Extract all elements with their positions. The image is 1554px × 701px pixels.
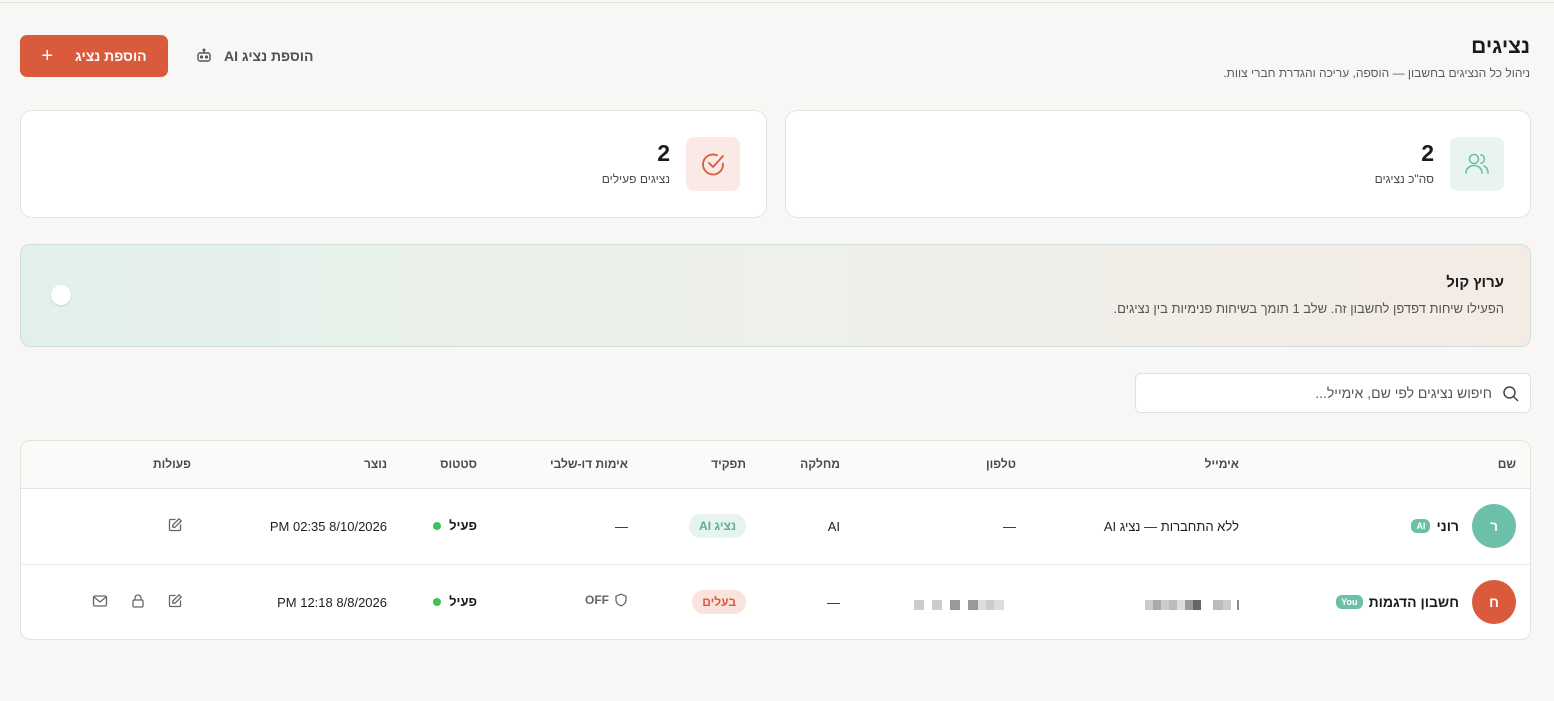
agent-twofa: —	[615, 519, 628, 534]
col-phone[interactable]: טלפון	[986, 457, 1016, 471]
stat-card-active: 2 נציגים פעילים	[20, 110, 767, 218]
col-email[interactable]: אימייל	[1205, 457, 1239, 471]
mail-icon[interactable]	[92, 593, 108, 609]
edit-icon[interactable]	[167, 517, 183, 533]
voice-channel-panel: ערוץ קול הפעילו שיחות דפדפן לחשבון זה. ש…	[20, 244, 1531, 347]
agent-created: 8/8/2026 12:18 PM	[277, 595, 387, 610]
agent-name-wrap: חשבון הדגמות You	[1336, 594, 1459, 610]
stat-total-value: 2	[1421, 140, 1434, 166]
agent-name: חשבון הדגמות	[1368, 594, 1459, 610]
search-input[interactable]	[1152, 374, 1492, 412]
phone-redacted	[914, 600, 1004, 610]
twofa-text: OFF	[585, 593, 609, 607]
agent-department: —	[827, 595, 840, 610]
col-department[interactable]: מחלקה	[800, 457, 840, 471]
agents-table: שם אימייל טלפון מחלקה תפקיד אימות דו-שלב…	[20, 440, 1531, 640]
add-ai-agent-label: הוספת נציג AI	[224, 48, 314, 64]
role-badge: נציג AI	[689, 514, 746, 538]
you-tag: You	[1336, 595, 1363, 609]
add-agent-label: הוספת נציג	[75, 48, 147, 64]
status-badge: פעיל	[433, 518, 477, 533]
stat-active-value: 2	[657, 140, 670, 166]
search-icon	[1503, 386, 1519, 402]
table-header: שם אימייל טלפון מחלקה תפקיד אימות דו-שלב…	[21, 441, 1530, 489]
stat-card-total: 2 סה"כ נציגים	[785, 110, 1531, 218]
page-header: נציגים ניהול כל הנציגים בחשבון — הוספה, …	[20, 33, 1530, 83]
stat-active-label: נציגים פעילים	[601, 172, 670, 186]
status-text: פעיל	[449, 594, 477, 609]
top-divider	[0, 2, 1554, 3]
agent-name-wrap: רוני AI	[1411, 518, 1459, 534]
page-subtitle: ניהול כל הנציגים בחשבון — הוספה, עריכה ו…	[1223, 66, 1530, 80]
role-badge: בעלים	[692, 590, 746, 614]
robot-icon	[197, 48, 211, 62]
add-ai-agent-button[interactable]: הוספת נציג AI	[196, 35, 314, 77]
toggle-knob	[51, 285, 71, 305]
table-row[interactable]: ח חשבון הדגמות You — בעלים OFF פעיל 8/8/…	[21, 565, 1530, 639]
col-twofa[interactable]: אימות דו-שלבי	[550, 457, 628, 471]
voice-channel-description: הפעילו שיחות דפדפן לחשבון זה. שלב 1 תומך…	[1113, 301, 1505, 316]
page-title: נציגים	[1471, 35, 1530, 58]
status-dot	[433, 597, 442, 606]
status-badge: פעיל	[433, 594, 477, 609]
agent-created: 8/10/2026 02:35 PM	[269, 519, 387, 534]
lock-icon[interactable]	[130, 593, 146, 609]
voice-channel-title: ערוץ קול	[1446, 274, 1504, 291]
check-circle-icon	[686, 137, 740, 191]
twofa-status: OFF	[585, 593, 628, 607]
voice-channel-toggle[interactable]	[47, 281, 95, 309]
agent-department: AI	[827, 519, 840, 534]
col-created[interactable]: נוצר	[364, 457, 387, 471]
users-icon	[1450, 137, 1504, 191]
col-role[interactable]: תפקיד	[711, 457, 746, 471]
avatar: ר	[1472, 504, 1516, 548]
avatar: ח	[1472, 580, 1516, 624]
status-dot	[433, 521, 442, 530]
table-row[interactable]: ר רוני AI ללא התחברות — נציג AI — AI נצי…	[21, 489, 1530, 565]
shield-icon	[615, 593, 627, 607]
status-text: פעיל	[449, 518, 477, 533]
search-box	[1135, 373, 1531, 413]
edit-icon[interactable]	[167, 593, 183, 609]
agent-phone: —	[1003, 519, 1016, 534]
add-agent-button[interactable]: הוספת נציג +	[20, 35, 168, 77]
agent-email: ללא התחברות — נציג AI	[1103, 519, 1239, 534]
ai-tag: AI	[1411, 519, 1431, 533]
col-status[interactable]: סטטוס	[440, 457, 477, 471]
email-redacted	[1145, 600, 1239, 610]
agent-name: רוני	[1436, 518, 1459, 534]
col-actions: פעולות	[153, 457, 191, 471]
col-name[interactable]: שם	[1498, 457, 1516, 471]
plus-icon: +	[41, 45, 54, 67]
stat-total-label: סה"כ נציגים	[1374, 172, 1434, 186]
